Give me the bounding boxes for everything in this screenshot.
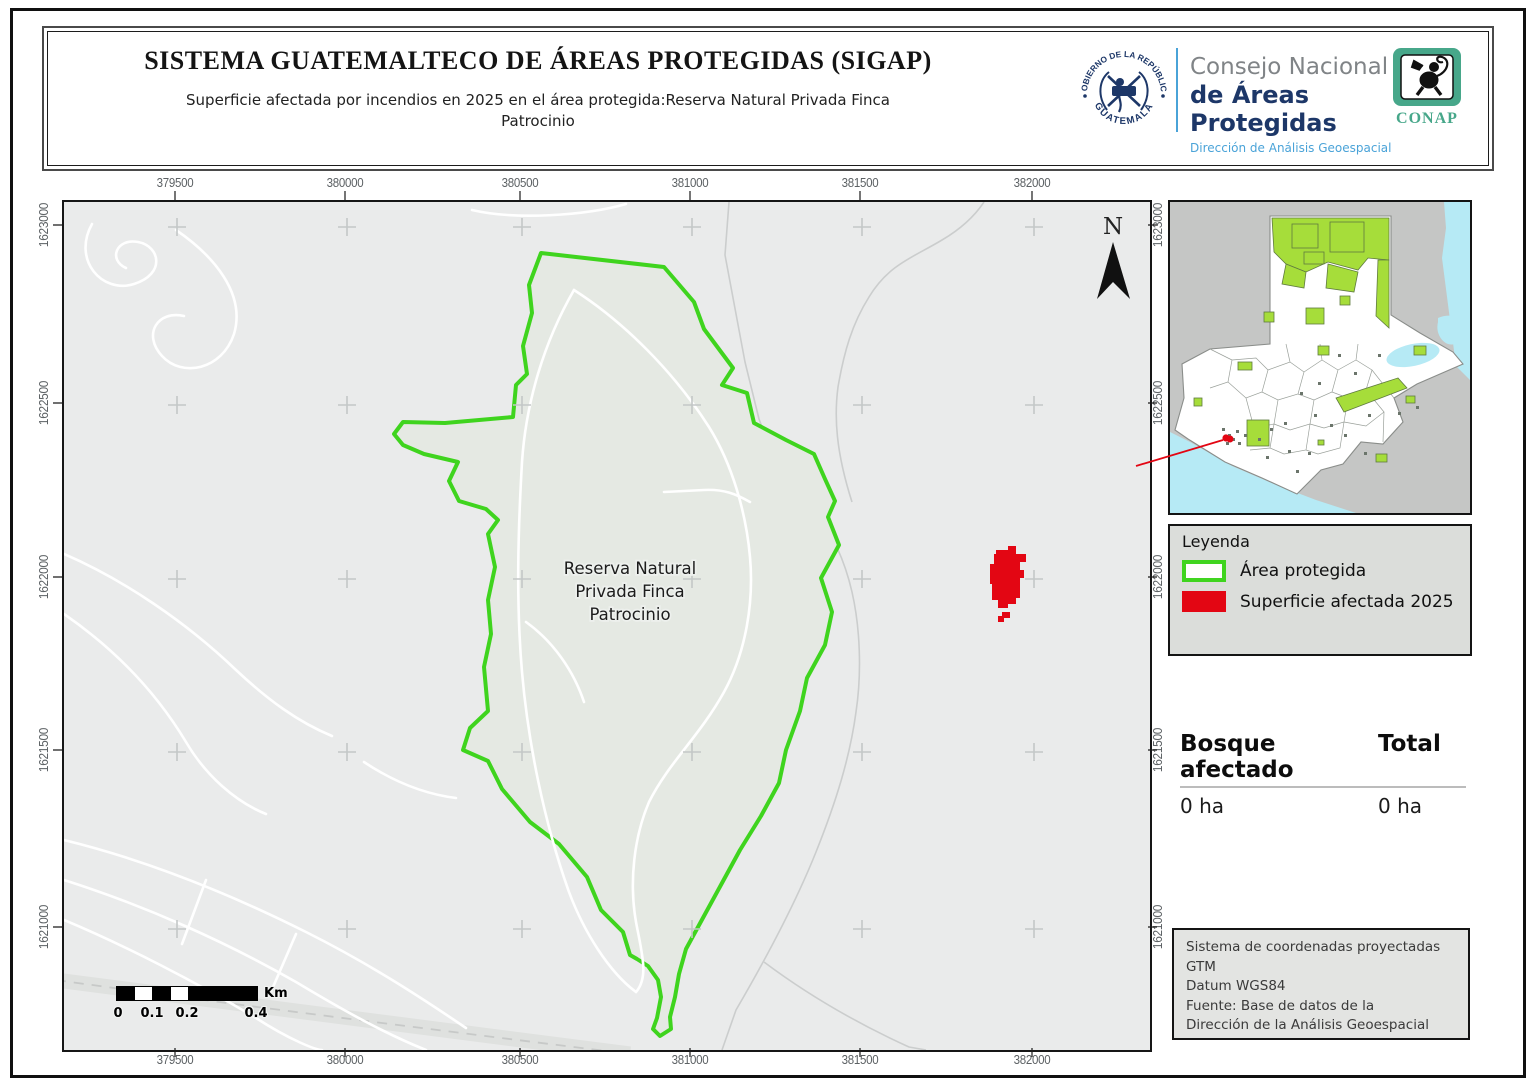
x-axis-label: 382000	[1014, 176, 1051, 190]
scale-label: 0.2	[175, 1006, 198, 1021]
stats-col2-header: Total	[1378, 731, 1466, 783]
legend-item-protected-area: Área protegida	[1182, 560, 1458, 582]
header-box: SISTEMA GUATEMALTECO DE ÁREAS PROTEGIDAS…	[42, 26, 1494, 171]
credits-line: Dirección de la Análisis Geoespacial	[1186, 1016, 1456, 1036]
protected-area-swatch	[1182, 560, 1226, 582]
header-inner-border: SISTEMA GUATEMALTECO DE ÁREAS PROTEGIDAS…	[47, 31, 1489, 166]
credits-line: Sistema de coordenadas proyectadas	[1186, 938, 1456, 958]
x-axis-label: 381500	[842, 1053, 879, 1067]
y-axis-label: 1621000	[1151, 905, 1165, 949]
y-axis-label: 1622000	[37, 555, 51, 599]
legend-item-burned-area: Superficie afectada 2025	[1182, 591, 1458, 612]
scale-bar: Km 0 0.1 0.2 0.4	[116, 986, 336, 1022]
x-axis-label: 381500	[842, 176, 879, 190]
credits-line: Fuente: Base de datos de la	[1186, 997, 1456, 1017]
stats-col1-header: Bosque afectado	[1180, 731, 1378, 783]
x-axis-label: 380000	[327, 176, 364, 190]
legend-item-label: Área protegida	[1240, 561, 1366, 581]
x-axis-label: 382000	[1014, 1053, 1051, 1067]
burned-area-swatch	[1182, 591, 1226, 612]
affected-forest-stats: Bosque afectado Total 0 ha 0 ha	[1180, 731, 1466, 818]
y-axis-label: 1621000	[37, 905, 51, 949]
main-map-canvas: Reserva Natural Privada Finca Patrocinio…	[64, 202, 1150, 1050]
x-axis-label: 379500	[157, 176, 194, 190]
credits-line: GTM	[1186, 958, 1456, 978]
header-text: SISTEMA GUATEMALTECO DE ÁREAS PROTEGIDAS…	[58, 46, 1018, 132]
scale-bar-numbers: 0 0.1 0.2 0.4	[116, 1006, 336, 1022]
x-axis-label: 381000	[672, 176, 709, 190]
logo-separator	[1176, 48, 1178, 132]
scale-label: 0	[113, 1006, 122, 1021]
x-axis-label: 381000	[672, 1053, 709, 1067]
x-axis-label: 379500	[157, 1053, 194, 1067]
conap-label: CONAP	[1390, 110, 1464, 128]
guatemala-overview-map	[1170, 202, 1470, 513]
scale-label: 0.1	[140, 1006, 163, 1021]
org-line-1: Consejo Nacional	[1190, 54, 1420, 80]
conap-wordmark: Consejo Nacional de Áreas Protegidas Dir…	[1190, 54, 1420, 155]
scale-label: 0.4	[244, 1006, 267, 1021]
x-axis-label: 380500	[502, 176, 539, 190]
page-subtitle: Superficie afectada por incendios en 202…	[168, 90, 908, 132]
y-axis-label: 1622000	[1151, 555, 1165, 599]
credits-line: Datum WGS84	[1186, 977, 1456, 997]
org-line-2: de Áreas Protegidas	[1190, 81, 1420, 137]
reserve-location-dot	[1227, 436, 1234, 443]
reserve-label-line1: Reserva Natural	[564, 559, 696, 578]
x-axis-label: 380500	[502, 1053, 539, 1067]
legend-title: Leyenda	[1182, 532, 1458, 551]
y-axis-label: 1623000	[37, 203, 51, 247]
y-axis-label: 1621500	[37, 728, 51, 772]
credits-box: Sistema de coordenadas proyectadas GTM D…	[1172, 928, 1470, 1040]
y-axis-label: 1622500	[37, 381, 51, 425]
guatemala-government-seal: GOBIERNO DE LA REPÚBLICA GUATEMALA	[1076, 44, 1170, 138]
conap-monkey-icon	[1390, 46, 1464, 108]
scale-bar-unit: Km	[264, 986, 288, 1001]
legend: Leyenda Área protegida Superficie afecta…	[1168, 524, 1472, 656]
y-axis-label: 1623000	[1151, 203, 1165, 247]
reserve-label-line2: Privada Finca	[575, 582, 684, 601]
y-axis-label: 1621500	[1151, 728, 1165, 772]
scale-bar-segments	[116, 986, 258, 1001]
y-axis-label: 1622500	[1151, 381, 1165, 425]
north-arrow-label: N	[1103, 214, 1123, 240]
inset-map	[1168, 200, 1472, 515]
stats-col2-value: 0 ha	[1378, 794, 1466, 818]
conap-logo: CONAP	[1390, 46, 1464, 128]
x-axis-label: 380000	[327, 1053, 364, 1067]
legend-item-label: Superficie afectada 2025	[1240, 592, 1454, 612]
org-line-3: Dirección de Análisis Geoespacial	[1190, 141, 1420, 155]
stats-col1-value: 0 ha	[1180, 794, 1378, 818]
page-title: SISTEMA GUATEMALTECO DE ÁREAS PROTEGIDAS…	[58, 46, 1018, 76]
main-map: Reserva Natural Privada Finca Patrocinio…	[62, 200, 1152, 1052]
reserve-label-line3: Patrocinio	[589, 605, 670, 624]
map-document: SISTEMA GUATEMALTECO DE ÁREAS PROTEGIDAS…	[0, 0, 1536, 1086]
